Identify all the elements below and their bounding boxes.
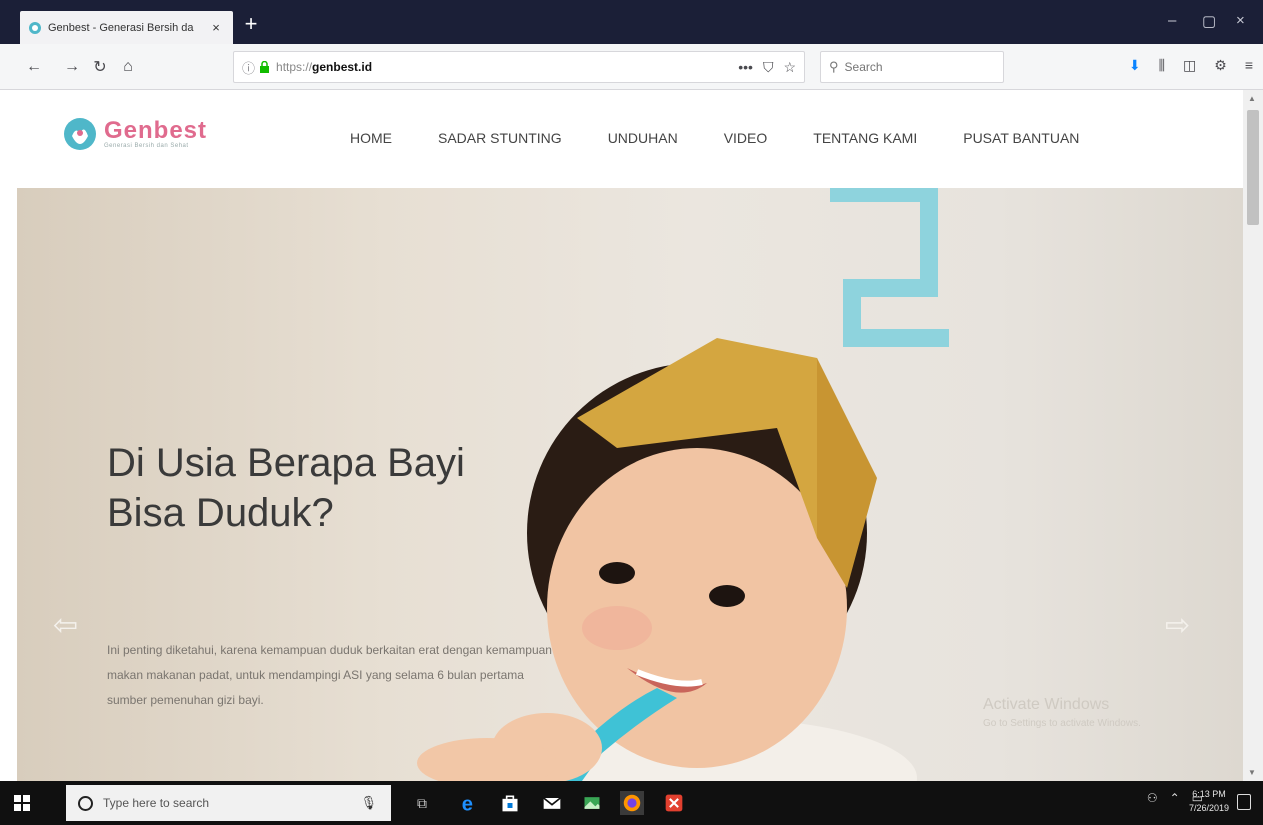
search-icon: ⚲ bbox=[829, 59, 839, 74]
menu-item-pusat-bantuan[interactable]: PUSAT BANTUAN bbox=[963, 130, 1079, 146]
library-icon[interactable]: ⫼ bbox=[1159, 57, 1165, 74]
taskbar-search-placeholder: Type here to search bbox=[103, 796, 210, 810]
web-page: Genbest Generasi Bersih dan Sehat HOME S… bbox=[0, 90, 1243, 781]
menu-item-unduhan[interactable]: UNDUHAN bbox=[608, 130, 678, 146]
main-menu: HOME SADAR STUNTING UNDUHAN VIDEO TENTAN… bbox=[350, 130, 1079, 146]
info-icon[interactable]: ⓘ bbox=[242, 58, 255, 77]
notifications-icon[interactable] bbox=[1237, 794, 1251, 810]
home-icon[interactable]: ⌂ bbox=[116, 55, 140, 79]
mail-icon[interactable] bbox=[540, 791, 564, 815]
browser-tab-strip: Genbest - Generasi Bersih da × + – ▢ × bbox=[0, 0, 1263, 44]
lock-icon bbox=[260, 61, 270, 73]
menu-item-tentang-kami[interactable]: TENTANG KAMI bbox=[813, 130, 917, 146]
edge-icon[interactable]: e bbox=[458, 791, 482, 815]
page-scrollbar[interactable]: ▲ ▼ bbox=[1243, 90, 1263, 781]
url-bar[interactable]: ⓘ https://genbest.id ••• ⛉ ☆ bbox=[233, 51, 805, 83]
taskbar-clock[interactable]: 6:13 PM 7/26/2019 bbox=[1189, 787, 1229, 815]
chevron-up-icon[interactable]: ⌃ bbox=[1170, 791, 1180, 805]
microphone-icon[interactable]: 🎙 bbox=[360, 795, 377, 811]
people-icon[interactable]: ⚇ bbox=[1147, 791, 1158, 805]
new-tab-button[interactable]: + bbox=[240, 13, 262, 35]
wps-icon[interactable] bbox=[662, 791, 686, 815]
hero-description: Ini penting diketahui, karena kemampuan … bbox=[107, 643, 552, 707]
scroll-down-icon[interactable]: ▼ bbox=[1248, 768, 1256, 777]
slider-prev-arrow-icon[interactable]: ⇦ bbox=[53, 608, 78, 643]
site-logo[interactable]: Genbest Generasi Bersih dan Sehat bbox=[62, 116, 207, 152]
logo-name: Genbest bbox=[104, 117, 208, 144]
windows-start-icon[interactable] bbox=[14, 795, 30, 811]
task-view-icon[interactable]: ⧉ bbox=[410, 791, 434, 815]
firefox-icon[interactable] bbox=[620, 791, 644, 815]
tab-title: Genbest - Generasi Bersih da bbox=[48, 21, 194, 34]
minimize-icon[interactable]: – bbox=[1168, 12, 1176, 29]
download-icon[interactable]: ⬇ bbox=[1129, 57, 1141, 74]
url-text: https://genbest.id bbox=[276, 60, 373, 74]
forward-icon[interactable]: → bbox=[60, 55, 84, 79]
page-actions-icon[interactable]: ••• bbox=[738, 59, 753, 76]
menu-item-sadar-stunting[interactable]: SADAR STUNTING bbox=[438, 130, 562, 146]
back-icon[interactable]: ← bbox=[22, 55, 46, 79]
extension-icon[interactable]: ⚙ bbox=[1214, 57, 1227, 74]
site-header: Genbest Generasi Bersih dan Sehat HOME S… bbox=[0, 90, 1243, 188]
menu-item-home[interactable]: HOME bbox=[350, 130, 392, 146]
browser-search-input[interactable] bbox=[844, 60, 985, 74]
genbest-favicon-icon bbox=[29, 21, 41, 34]
bookmark-star-icon[interactable]: ☆ bbox=[783, 59, 796, 76]
scroll-up-icon[interactable]: ▲ bbox=[1248, 94, 1256, 103]
windows-taskbar: Type here to search 🎙 ⧉ e ⚇ ⌃ ▭ 6:13 PM … bbox=[0, 781, 1263, 825]
store-icon[interactable] bbox=[498, 791, 522, 815]
slider-next-arrow-icon[interactable]: ⇨ bbox=[1165, 608, 1190, 643]
browser-search-bar[interactable]: ⚲ bbox=[820, 51, 1004, 83]
browser-tab[interactable]: Genbest - Generasi Bersih da × bbox=[20, 11, 233, 44]
pocket-icon[interactable]: ⛉ bbox=[763, 59, 774, 76]
hero-title: Di Usia Berapa Bayi Bisa Duduk? bbox=[107, 441, 465, 535]
menu-icon[interactable]: ≡ bbox=[1245, 57, 1253, 74]
maximize-icon[interactable]: ▢ bbox=[1202, 12, 1216, 30]
scrollbar-thumb[interactable] bbox=[1247, 110, 1259, 225]
close-window-icon[interactable]: × bbox=[1236, 12, 1245, 29]
genbest-logo-icon bbox=[64, 118, 96, 150]
menu-item-video[interactable]: VIDEO bbox=[724, 130, 768, 146]
cortana-icon bbox=[78, 795, 93, 811]
sidebar-icon[interactable]: ◫ bbox=[1183, 57, 1196, 74]
hero-slider: Di Usia Berapa Bayi Bisa Duduk? Ini pent… bbox=[17, 188, 1243, 781]
photos-icon[interactable] bbox=[580, 791, 604, 815]
svg-text:e: e bbox=[462, 793, 473, 814]
activate-windows-watermark: Activate Windows Go to Settings to activ… bbox=[983, 696, 1141, 729]
taskbar-search-box[interactable]: Type here to search 🎙 bbox=[66, 785, 391, 821]
tab-close-icon[interactable]: × bbox=[209, 20, 223, 35]
reload-icon[interactable]: ↻ bbox=[88, 55, 112, 79]
browser-toolbar: ← → ↻ ⌂ ⓘ https://genbest.id ••• ⛉ ☆ ⚲ ⬇… bbox=[0, 44, 1263, 90]
